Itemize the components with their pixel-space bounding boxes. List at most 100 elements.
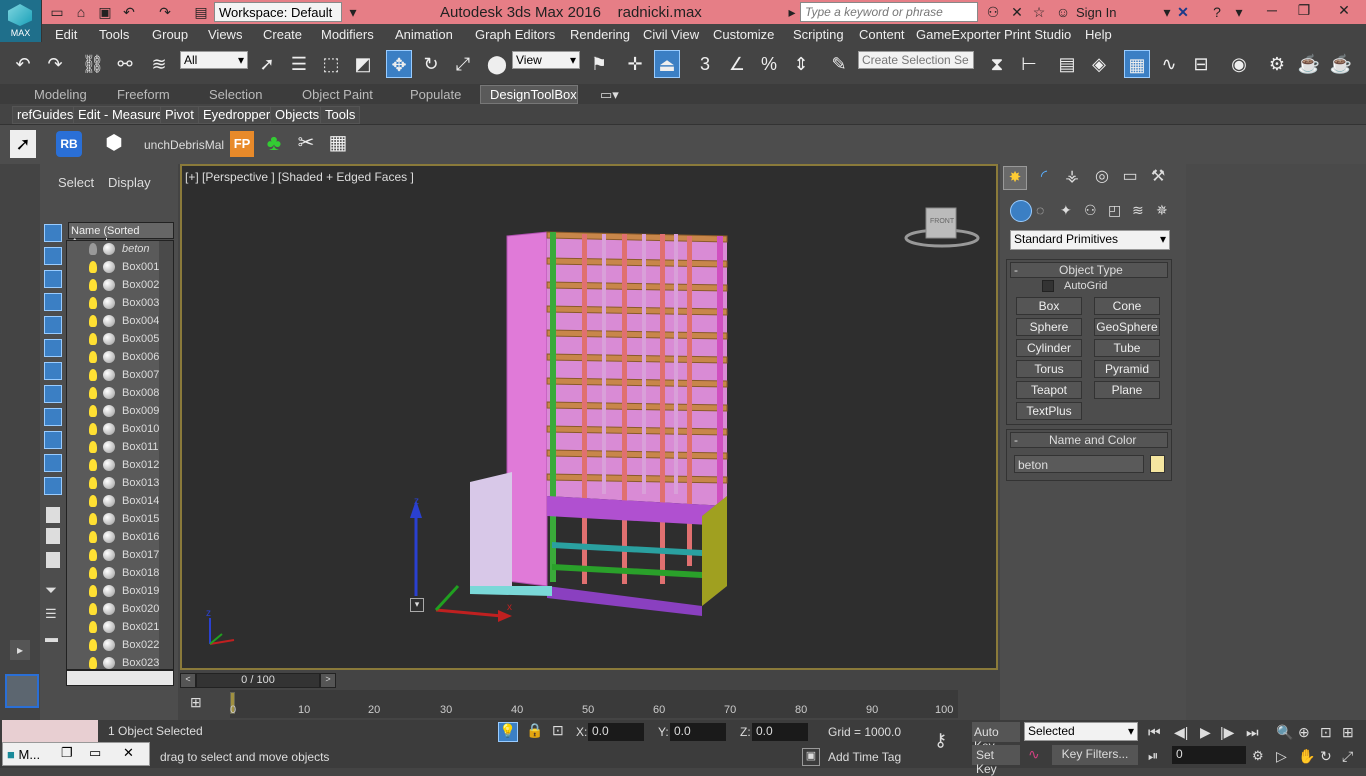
menu-rendering[interactable]: Rendering	[570, 27, 630, 42]
display-none-icon[interactable]	[46, 528, 60, 544]
list-item[interactable]: Box022	[67, 637, 163, 655]
pan-icon[interactable]: ✋	[1298, 748, 1315, 765]
open-file-icon[interactable]: ⌂	[72, 4, 90, 20]
link-icon[interactable]: ⛓	[80, 50, 106, 78]
rendered-frame-window-icon[interactable]: ☕	[1296, 50, 1322, 78]
visibility-bulb-icon[interactable]	[89, 513, 97, 525]
primitive-category-dropdown[interactable]: Standard Primitives ▾	[1010, 230, 1170, 250]
current-frame-field[interactable]: 0	[1172, 746, 1246, 764]
keyboard-shortcut-override-icon[interactable]: ⏏	[654, 50, 680, 78]
display-shapes-icon[interactable]	[44, 247, 62, 265]
project-folder-icon[interactable]: ▤	[192, 4, 210, 20]
list-item[interactable]: Box007	[67, 367, 163, 385]
tab-freeform[interactable]: Freeform	[117, 87, 170, 102]
visibility-bulb-icon[interactable]	[89, 567, 97, 579]
visibility-bulb-icon[interactable]	[89, 639, 97, 651]
absolute-mode-icon[interactable]: ⊡	[552, 722, 564, 739]
list-item[interactable]: Box008	[67, 385, 163, 403]
unlink-icon[interactable]: ⚯	[112, 50, 138, 78]
visibility-bulb-icon[interactable]	[89, 477, 97, 489]
zoom-extents-all-icon[interactable]: ⊞	[1342, 724, 1354, 741]
maximize-button[interactable]: ❐	[1288, 0, 1320, 22]
list-item[interactable]: Box002	[67, 277, 163, 295]
display-lights-icon[interactable]	[44, 270, 62, 288]
menu-graph-editors[interactable]: Graph Editors	[475, 27, 555, 42]
visibility-bulb-icon[interactable]	[89, 495, 97, 507]
horizontal-scrollbar[interactable]	[66, 670, 174, 686]
box-button[interactable]: Box	[1016, 297, 1082, 315]
chevron-down-icon[interactable]: ▾	[1230, 4, 1248, 20]
torus-button[interactable]: Torus	[1016, 360, 1082, 378]
invert-display-icon[interactable]	[46, 552, 60, 568]
edit-named-selection-icon[interactable]: ✎	[826, 50, 852, 78]
time-tag-icon[interactable]: ▣	[802, 748, 820, 766]
visibility-bulb-icon[interactable]	[89, 459, 97, 471]
render-setup-icon[interactable]: ⚙	[1264, 50, 1290, 78]
previous-frame-icon[interactable]: ◀|	[1174, 724, 1188, 741]
lock-selection-icon[interactable]: 🔒	[526, 722, 543, 739]
gizmo-dropdown-icon[interactable]: ▾	[410, 598, 424, 612]
schematic-view-icon[interactable]: ⊟	[1188, 50, 1214, 78]
maximize-icon[interactable]: ▭	[89, 745, 101, 761]
search-input[interactable]: Type a keyword or phrase	[800, 2, 978, 22]
name-color-header[interactable]: - Name and Color	[1010, 432, 1168, 448]
geometry-category-icon[interactable]	[1010, 200, 1032, 222]
expand-panel-icon[interactable]: ▸	[10, 640, 30, 660]
tab-selection[interactable]: Selection	[209, 87, 262, 102]
display-helpers-icon[interactable]	[44, 316, 62, 334]
track-bar-icon[interactable]: ⊞	[190, 694, 202, 711]
ribbon-options-icon[interactable]: ▭▾	[600, 87, 619, 103]
redo-icon[interactable]: ↷	[156, 4, 174, 20]
tab-designtoolbox[interactable]: DesignToolBox	[490, 87, 577, 102]
tab-object-paint[interactable]: Object Paint	[302, 87, 373, 102]
list-item[interactable]: Box021	[67, 619, 163, 637]
close-icon[interactable]: ✕	[123, 745, 134, 761]
list-item[interactable]: beton	[67, 241, 163, 259]
list-item[interactable]: Box014	[67, 493, 163, 511]
field-of-view-icon[interactable]: ▷	[1276, 748, 1287, 765]
menu-tools[interactable]: Tools	[99, 27, 129, 42]
visibility-bulb-icon[interactable]	[89, 423, 97, 435]
exchange-icon[interactable]: ✕	[1174, 4, 1192, 20]
visibility-bulb-icon[interactable]	[89, 297, 97, 309]
textplus-button[interactable]: TextPlus	[1016, 402, 1082, 420]
visibility-bulb-icon[interactable]	[89, 369, 97, 381]
binoculars-icon[interactable]: ⚇	[984, 4, 1002, 20]
explorer-object-list[interactable]: beton Box001 Box002 Box003 Box004 Box005…	[66, 240, 174, 670]
visibility-bulb-icon[interactable]	[89, 351, 97, 363]
shapes-category-icon[interactable]: ◌	[1036, 202, 1044, 218]
menu-civil-view[interactable]: Civil View	[643, 27, 699, 42]
select-by-name-icon[interactable]: ☰	[286, 50, 312, 78]
list-item[interactable]: Box009	[67, 403, 163, 421]
close-button[interactable]: ✕	[1322, 0, 1366, 22]
display-frozen-icon[interactable]	[44, 454, 62, 472]
subtab-refguides[interactable]: refGuides	[12, 106, 79, 124]
visibility-bulb-icon[interactable]	[89, 405, 97, 417]
gizmo-y-axis[interactable]	[434, 584, 460, 612]
rotate-icon[interactable]: ↻	[418, 50, 444, 78]
menu-views[interactable]: Views	[208, 27, 242, 42]
time-slider-next-button[interactable]: >	[320, 673, 336, 688]
move-icon[interactable]: ✥	[386, 50, 412, 78]
auto-key-button[interactable]: Auto Key	[972, 722, 1020, 753]
time-slider-prev-button[interactable]: <	[180, 673, 196, 688]
viewport-layout-icon[interactable]	[5, 674, 39, 708]
visibility-bulb-icon[interactable]	[89, 603, 97, 615]
set-key-button[interactable]: Set Key	[972, 745, 1020, 776]
redo-icon[interactable]: ↷	[42, 50, 68, 78]
time-slider[interactable]: 0 / 100	[196, 673, 320, 688]
select-object-icon[interactable]: ➚	[254, 50, 280, 78]
debris-box-icon[interactable]: ⬢	[100, 130, 128, 158]
display-tab-icon[interactable]: ▭	[1118, 166, 1142, 190]
restore-icon[interactable]: ❐	[61, 745, 73, 761]
placement-icon[interactable]: ⬤	[484, 50, 510, 78]
menu-modifiers[interactable]: Modifiers	[321, 27, 374, 42]
rollout-collapse-icon[interactable]: -	[1014, 263, 1018, 277]
play-icon[interactable]: ▶	[1200, 724, 1211, 741]
reference-coordinate-dropdown[interactable]: View ▾	[512, 51, 580, 69]
spacewarps-category-icon[interactable]: ≋	[1132, 202, 1144, 219]
visibility-bulb-icon[interactable]	[89, 441, 97, 453]
list-item[interactable]: Box005	[67, 331, 163, 349]
menu-content[interactable]: Content	[859, 27, 905, 42]
object-name-field[interactable]: beton	[1014, 455, 1144, 473]
